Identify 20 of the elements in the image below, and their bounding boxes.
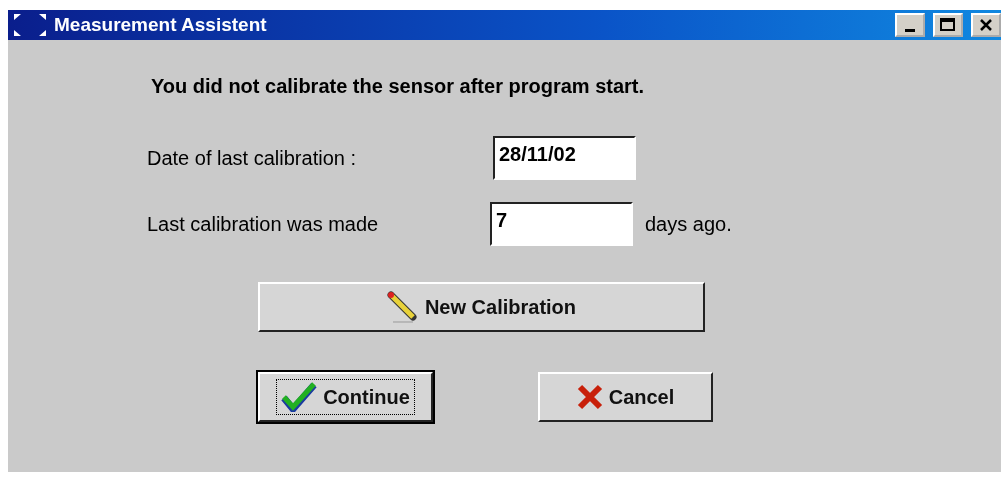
field-label: Last calibration was made <box>147 212 380 236</box>
close-icon <box>979 18 993 32</box>
window-title: Measurement Assistent <box>54 14 268 36</box>
cancel-button[interactable]: Cancel <box>538 372 713 422</box>
close-button[interactable] <box>971 13 1001 37</box>
field-suffix: days ago. <box>645 212 732 236</box>
days-field[interactable]: 7 <box>490 202 633 246</box>
checkmark-icon <box>281 382 318 412</box>
date-field[interactable]: 28/11/02 <box>493 136 636 180</box>
continue-button[interactable]: Continue <box>258 372 433 422</box>
minimize-icon <box>905 28 915 32</box>
app-icon <box>12 12 48 38</box>
minimize-button[interactable] <box>895 13 925 37</box>
cross-icon <box>576 384 603 410</box>
pencil-icon <box>386 291 419 323</box>
message-text: You did not calibrate the sensor after program start. <box>151 75 646 98</box>
new-calibration-button[interactable]: New Calibration <box>258 282 705 332</box>
maximize-button[interactable] <box>933 13 963 37</box>
maximize-icon <box>940 18 956 32</box>
field-label: Date of last calibration : <box>147 146 357 170</box>
